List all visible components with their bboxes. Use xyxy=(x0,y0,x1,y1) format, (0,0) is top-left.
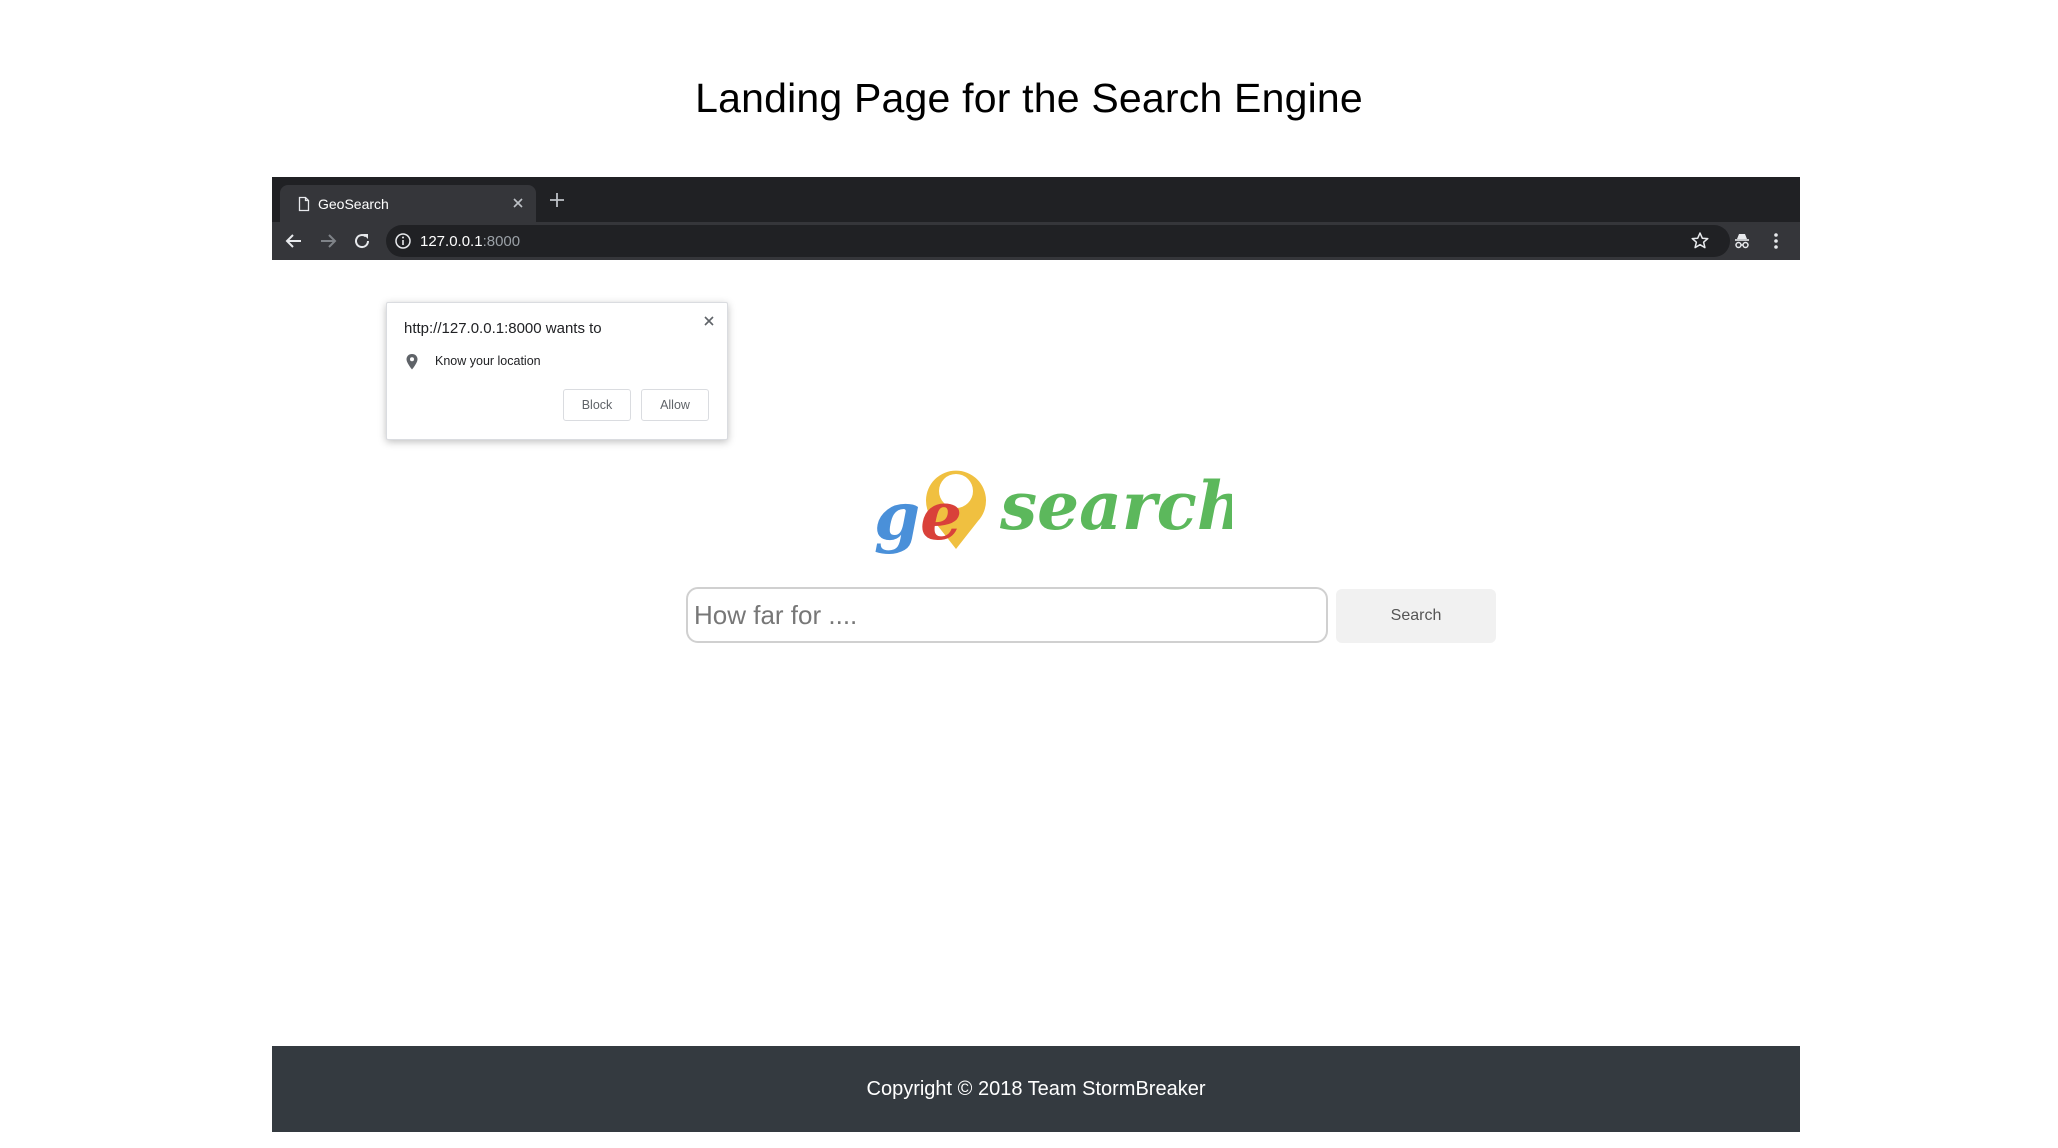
search-input[interactable] xyxy=(686,587,1328,643)
more-vert-icon[interactable] xyxy=(1764,229,1788,253)
plus-icon[interactable] xyxy=(546,189,568,211)
tab-strip: GeoSearch xyxy=(272,177,1800,222)
close-icon[interactable] xyxy=(699,311,719,331)
search-button[interactable]: Search xyxy=(1336,589,1496,643)
svg-text:ge: ge xyxy=(874,477,962,555)
address-bar[interactable]: 127.0.0.1:8000 xyxy=(386,225,1730,257)
forward-arrow-icon[interactable] xyxy=(316,229,340,253)
block-button[interactable]: Block xyxy=(563,389,631,421)
footer-copyright: Copyright © 2018 Team StormBreaker xyxy=(866,1078,1206,1100)
logo-search: search xyxy=(999,467,1232,545)
browser-window: GeoSearch 127.0.0.1:8000 http://127.0.0.… xyxy=(272,177,1800,1132)
footer: Copyright © 2018 Team StormBreaker xyxy=(272,1046,1800,1132)
incognito-icon[interactable] xyxy=(1730,229,1754,253)
info-icon[interactable] xyxy=(394,232,412,250)
slide-title: Landing Page for the Search Engine xyxy=(695,75,1363,121)
tab-geosearch[interactable]: GeoSearch xyxy=(280,185,536,222)
permission-popup: http://127.0.0.1:8000 wants to Know your… xyxy=(386,302,728,440)
close-icon[interactable] xyxy=(508,193,528,213)
star-icon[interactable] xyxy=(1688,229,1712,253)
toolbar: 127.0.0.1:8000 http://127.0.0.1:8000 wan… xyxy=(272,222,1800,440)
tab-title: GeoSearch xyxy=(318,196,389,212)
url-text: 127.0.0.1:8000 xyxy=(420,233,520,250)
page-icon xyxy=(298,196,310,212)
url-host: 127.0.0.1 xyxy=(420,233,483,250)
geosearch-logo: ge search xyxy=(874,467,1232,555)
permission-item-location: Know your location xyxy=(435,354,541,368)
reload-icon[interactable] xyxy=(350,229,374,253)
permission-title: http://127.0.0.1:8000 wants to xyxy=(404,320,602,337)
url-port: :8000 xyxy=(482,233,521,250)
logo-ge: g xyxy=(874,477,920,555)
allow-button[interactable]: Allow xyxy=(641,389,709,421)
logo-e: e xyxy=(920,477,962,555)
back-arrow-icon[interactable] xyxy=(282,229,306,253)
location-pin-icon xyxy=(406,354,418,370)
